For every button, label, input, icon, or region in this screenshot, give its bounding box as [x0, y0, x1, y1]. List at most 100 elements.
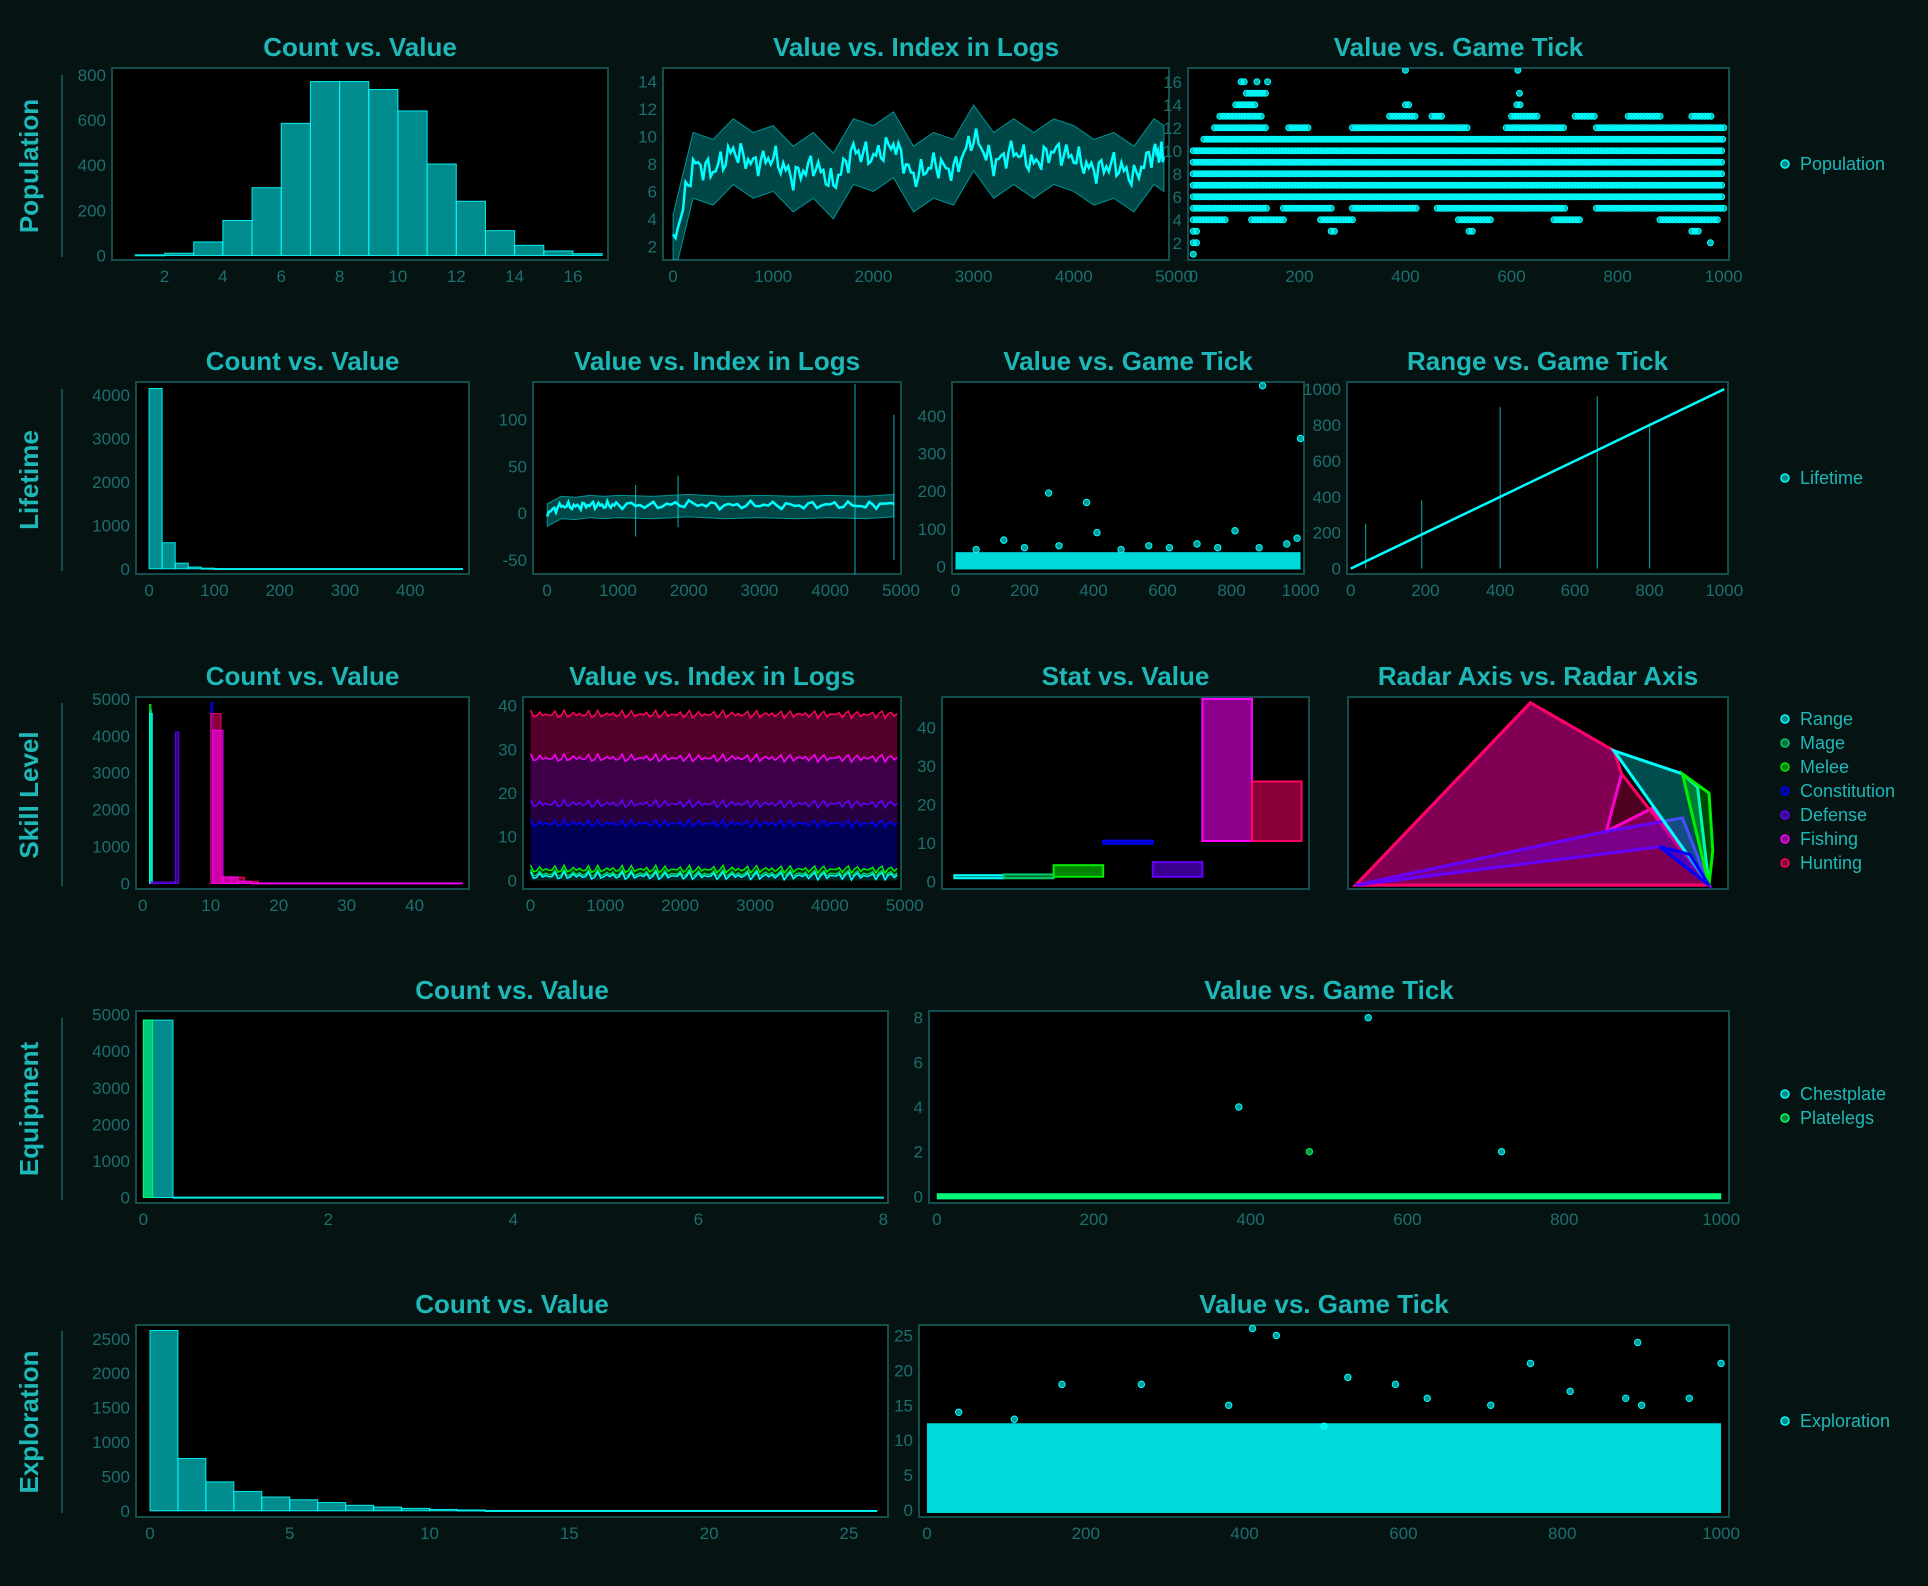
scatter-point	[1304, 124, 1312, 132]
x-tick-label: 800	[1603, 267, 1631, 286]
y-tick-label: 10	[498, 828, 517, 847]
bar	[134, 254, 166, 257]
bar	[149, 713, 153, 884]
legend-label: Constitution	[1800, 781, 1895, 801]
bar	[187, 566, 202, 570]
x-tick-label: 25	[839, 1524, 858, 1543]
x-tick-label: 8	[335, 267, 344, 286]
x-tick-label: 600	[1393, 1210, 1421, 1229]
y-tick-label: 500	[102, 1467, 130, 1486]
row-label-lifetime: Lifetime	[14, 430, 44, 530]
x-tick-label: 5000	[1155, 267, 1193, 286]
legend-label: Melee	[1800, 757, 1849, 777]
legend: Population	[1780, 154, 1885, 174]
bar	[177, 1458, 207, 1512]
y-tick-label: -50	[502, 551, 527, 570]
bar	[426, 163, 457, 256]
y-tick-label: 0	[508, 871, 517, 890]
x-tick-label: 200	[1285, 267, 1313, 286]
y-tick-label: 5000	[92, 1006, 130, 1025]
x-tick-label: 1000	[1705, 267, 1743, 286]
x-tick-label: 4000	[1055, 267, 1093, 286]
x-tick-label: 3000	[955, 267, 993, 286]
chart-title: Value vs. Game Tick	[1003, 346, 1253, 376]
x-tick-label: 400	[1236, 1210, 1264, 1229]
chart-title: Value vs. Game Tick	[1199, 1289, 1449, 1319]
y-tick-label: 30	[498, 740, 517, 759]
x-tick-label: 200	[1411, 581, 1439, 600]
x-tick-label: 200	[1080, 1210, 1108, 1229]
scatter-point	[1497, 1147, 1506, 1156]
bar	[251, 882, 463, 885]
scatter-point	[1221, 216, 1229, 224]
bar	[339, 81, 370, 256]
y-tick-label: 3000	[92, 429, 130, 448]
y-tick-label: 40	[498, 697, 517, 716]
chart-skill-hist: Count vs. Value 0 10 20 30 40 0 1000 2000 3000 400…	[92, 661, 470, 915]
y-tick-label: 1000	[92, 838, 130, 857]
stat-box	[1102, 839, 1154, 845]
scatter-point	[1515, 89, 1523, 97]
bar	[429, 1508, 458, 1512]
bar	[317, 1502, 347, 1512]
scatter-point	[1526, 1359, 1535, 1368]
scatter-point	[1718, 193, 1726, 201]
scatter-point	[1117, 545, 1125, 554]
bar	[237, 880, 253, 884]
scatter-point	[1622, 1394, 1630, 1403]
scatter-point	[1264, 78, 1272, 86]
scatter-point	[1261, 89, 1269, 97]
chart-title: Radar Axis vs. Radar Axis	[1378, 661, 1698, 691]
legend-label: Fishing	[1800, 829, 1858, 849]
chart-title: Count vs. Value	[263, 32, 457, 62]
y-tick-label: 25	[894, 1326, 913, 1345]
scatter-point	[1516, 101, 1524, 109]
x-tick-label: 0	[1189, 267, 1198, 286]
y-tick-label: 4000	[92, 1042, 130, 1061]
x-tick-label: 4000	[811, 896, 849, 915]
row-label-exploration: Exploration	[14, 1350, 44, 1493]
scatter-point	[1137, 1380, 1146, 1389]
x-tick-label: 1000	[599, 581, 637, 600]
y-tick-label: 40	[917, 719, 936, 738]
scatter-point	[1279, 216, 1287, 224]
scatter-point	[1364, 1013, 1372, 1022]
x-tick-label: 2	[160, 267, 169, 286]
y-tick-label: 3000	[92, 764, 130, 783]
scatter-point	[1253, 78, 1261, 86]
scatter-point	[1000, 536, 1008, 544]
chart-title: Value vs. Index in Logs	[773, 32, 1059, 62]
x-tick-label: 6	[276, 267, 285, 286]
y-tick-label: 0	[904, 1501, 913, 1520]
row-label-population: Population	[14, 99, 44, 233]
x-tick-label: 4	[218, 267, 227, 286]
y-tick-label: 2000	[92, 473, 130, 492]
legend-label: Defense	[1800, 805, 1867, 825]
y-tick-label: 12	[1163, 119, 1182, 138]
plot-area	[532, 381, 902, 575]
bar	[514, 244, 545, 256]
y-tick-label: 0	[1332, 560, 1341, 579]
x-tick-label: 600	[1497, 267, 1525, 286]
bar	[222, 876, 239, 884]
legend-marker	[1780, 858, 1790, 868]
legend-label: Chestplate	[1800, 1084, 1886, 1104]
chart-equip-hist: Count vs. Value 0 2 4 6 8 0 1000 2000 3000 4000 500…	[92, 975, 889, 1229]
bar	[368, 88, 399, 256]
y-tick-label: 15	[894, 1396, 913, 1415]
x-tick-label: 400	[396, 581, 424, 600]
y-tick-label: 1500	[92, 1399, 130, 1418]
chart-equip-scatter: Value vs. Game Tick 0 200 400 600 800 1000 0 2 4 6…	[914, 975, 1741, 1229]
legend-label: Lifetime	[1800, 468, 1863, 488]
scatter-point	[1145, 542, 1153, 550]
plot-area	[951, 381, 1305, 575]
scatter-point	[1293, 534, 1301, 542]
bar	[484, 230, 516, 256]
chart-life-hist: Count vs. Value0 100 200 300 400010002000300…	[92, 346, 470, 600]
x-tick-label: 1000	[754, 267, 792, 286]
bar	[174, 731, 180, 884]
y-tick-label: 0	[121, 1502, 130, 1521]
y-tick-label: 1000	[1303, 380, 1341, 399]
chart-title: Value vs. Game Tick	[1204, 975, 1454, 1005]
scatter-point	[1283, 540, 1291, 548]
